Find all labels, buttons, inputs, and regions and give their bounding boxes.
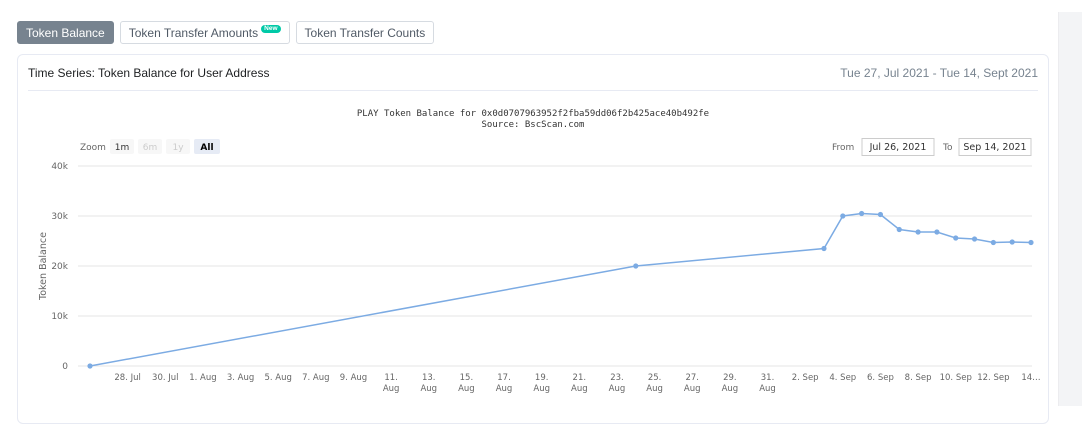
- zoom-button-label: All: [200, 143, 213, 153]
- x-tick-label: 12. Sep: [977, 373, 1009, 383]
- to-label: To: [942, 143, 953, 153]
- x-tick-label: 13. Aug: [420, 373, 437, 394]
- data-point[interactable]: [953, 235, 959, 241]
- data-point[interactable]: [1028, 239, 1034, 246]
- x-tick-label: 6. Sep: [867, 373, 894, 383]
- y-tick-label: 20k: [51, 262, 68, 272]
- x-tick-label: 27. Aug: [684, 373, 701, 394]
- x-axis-labels: 28. Jul 30. Jul 1. Aug 3. Aug 5. Aug 7. Aug 9.…: [114, 373, 1040, 394]
- data-point[interactable]: [990, 239, 996, 246]
- data-point[interactable]: [1009, 239, 1015, 245]
- x-tick-label: 2. Sep: [792, 373, 819, 383]
- data-point[interactable]: [915, 229, 921, 235]
- chart-svg: PLAY Token Balance for 0x0d0707963952f2f…: [38, 109, 1041, 394]
- from-date-value: Jul 26, 2021: [869, 142, 927, 153]
- x-tick-label: 25. Aug: [646, 373, 663, 394]
- series-plot: [87, 210, 1034, 369]
- x-tick-label: 23. Aug: [609, 373, 626, 394]
- data-point[interactable]: [896, 226, 902, 233]
- data-point[interactable]: [840, 213, 846, 219]
- x-tick-label: 15. Aug: [458, 373, 475, 394]
- data-point[interactable]: [934, 229, 940, 235]
- zoom-button-label: 1m: [115, 143, 130, 153]
- x-tick-label: 3. Aug: [227, 373, 254, 383]
- x-tick-label: 11. Aug: [383, 373, 400, 394]
- zoom-button-1m[interactable]: 1m: [110, 139, 134, 154]
- x-tick-label: 19. Aug: [533, 373, 550, 394]
- x-tick-label: 7. Aug: [302, 373, 329, 383]
- x-tick-label: 29. Aug: [722, 373, 739, 394]
- x-tick-label: 17. Aug: [496, 373, 513, 394]
- x-tick-label: 14…: [1021, 373, 1040, 383]
- from-date-input[interactable]: Jul 26, 2021: [861, 138, 935, 156]
- to-date-value: Sep 14, 2021: [963, 142, 1026, 153]
- x-tick-label: 4. Sep: [829, 373, 856, 383]
- x-tick-label: 8. Sep: [905, 373, 932, 383]
- from-label: From: [832, 143, 854, 153]
- to-date-input[interactable]: Sep 14, 2021: [958, 138, 1032, 156]
- x-tick-label: 10. Sep: [940, 373, 972, 383]
- data-point[interactable]: [633, 263, 639, 269]
- chart-title: PLAY Token Balance for 0x0d0707963952f2f…: [357, 109, 709, 119]
- zoom-label: Zoom: [80, 143, 106, 153]
- y-tick-label: 30k: [51, 212, 68, 222]
- x-tick-label: 9. Aug: [340, 373, 367, 383]
- data-point[interactable]: [971, 236, 978, 242]
- zoom-button-label: 1y: [172, 143, 184, 153]
- series-line: [89, 212, 1032, 367]
- data-point[interactable]: [821, 245, 827, 252]
- grid-lines: [78, 165, 1032, 367]
- y-axis-title: Token Balance: [38, 232, 49, 301]
- data-point[interactable]: [877, 211, 884, 218]
- y-tick-label: 10k: [51, 312, 68, 322]
- data-point[interactable]: [87, 363, 93, 369]
- data-point[interactable]: [859, 210, 865, 217]
- zoom-button-label: 6m: [143, 143, 158, 153]
- x-tick-label: 5. Aug: [264, 373, 291, 383]
- x-tick-label: 31. Aug: [759, 373, 776, 394]
- x-tick-label: 21. Aug: [571, 373, 588, 394]
- y-tick-label: 40k: [51, 162, 68, 172]
- zoom-button-1y[interactable]: 1y: [166, 139, 190, 154]
- x-tick-label: 1. Aug: [189, 373, 216, 383]
- x-tick-label: 28. Jul: [114, 373, 140, 383]
- zoom-button-all[interactable]: All: [194, 139, 220, 154]
- x-tick-label: 30. Jul: [152, 373, 178, 383]
- chart-subtitle: Source: BscScan.com: [482, 120, 585, 130]
- zoom-button-6m[interactable]: 6m: [138, 139, 162, 154]
- y-axis-labels: 0 10k 20k 30k 40k: [51, 162, 68, 372]
- y-tick-label: 0: [62, 362, 68, 372]
